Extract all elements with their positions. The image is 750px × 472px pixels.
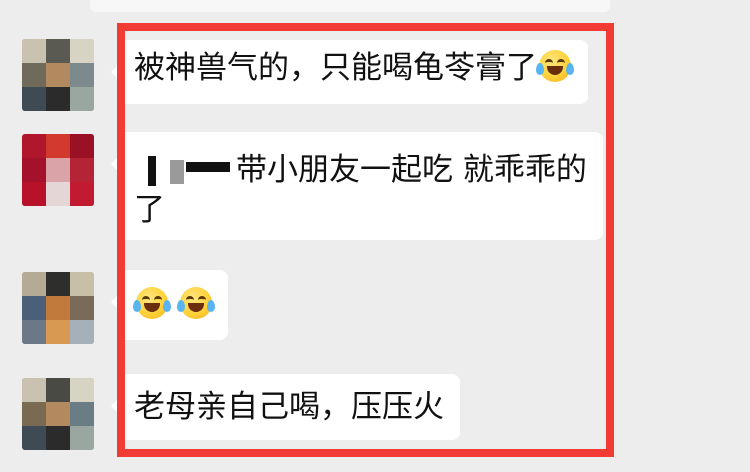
avatar[interactable] [22, 39, 94, 111]
avatar[interactable] [22, 378, 94, 450]
message-bubble[interactable]: 老母亲自己喝，压压火 [111, 374, 460, 440]
avatar[interactable] [22, 134, 94, 206]
message-text: 老母亲自己喝，压压火 [134, 389, 444, 425]
laughing-tears-emoji-icon [176, 287, 215, 319]
message-text-line-1: 带小朋友一起吃 就乖乖的 [236, 152, 587, 188]
message-bubble[interactable]: 被神兽气的，只能喝龟苓膏了 [111, 40, 588, 104]
message-text: 被神兽气的，只能喝龟苓膏了 [134, 50, 537, 86]
laughing-tears-emoji-icon [536, 50, 574, 82]
message-bubble[interactable]: 带小朋友一起吃 就乖乖的 了 [111, 132, 603, 240]
message-bubble[interactable] [111, 270, 228, 340]
message-text-line-2: 了 [134, 192, 165, 228]
redacted-name [134, 154, 232, 186]
previous-message-edge [90, 0, 610, 12]
laughing-tears-emoji-icon [133, 287, 171, 319]
avatar[interactable] [22, 272, 94, 344]
chat-screen: 被神兽气的，只能喝龟苓膏了 带小朋友一起吃 就乖乖的 了 老母亲自己喝，压压火 [0, 0, 750, 472]
